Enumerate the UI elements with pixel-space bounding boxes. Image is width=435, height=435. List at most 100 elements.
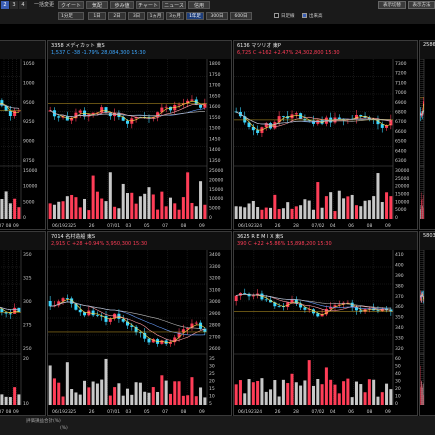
chart-panel-5[interactable]: 350325300275250201006070809 <box>0 231 46 416</box>
candlestick-chart[interactable]: 410 400 390 380 370 360 350 340 330 320 60 5040 3020… <box>234 250 417 415</box>
date-tick-label: 07 <box>162 409 168 415</box>
stock-quote: 1,537 C -38 -1.79% 28,084,300 15:30 <box>51 50 146 56</box>
period-button-4[interactable]: 3ヵ月 <box>166 12 184 20</box>
volume-bar <box>113 387 117 405</box>
period-button-2[interactable]: 3日 <box>128 12 145 20</box>
volume-checkbox[interactable] <box>302 13 307 18</box>
price-tick-label: 2600 <box>209 346 221 352</box>
news-button[interactable]: ニュース <box>162 1 186 9</box>
volume-tick-label: 25000 <box>209 168 223 174</box>
volume-tick-label: 25 <box>209 371 215 377</box>
volume-bar <box>138 382 142 405</box>
board-button[interactable]: 気配 <box>86 1 108 9</box>
volume-bar <box>52 204 56 219</box>
candle-body <box>8 110 12 117</box>
volume-bar <box>151 387 155 405</box>
volume-bar <box>190 202 194 219</box>
chart-panel-6[interactable]: 7014 名村造船 東S 2,915 C +28 +0.94% 3,950,300… <box>47 231 232 416</box>
display-switch-button[interactable]: 表示切替 <box>378 1 406 9</box>
volume-bar <box>61 201 65 219</box>
candlestick-chart[interactable]: 3400 3300 3200 3100 3000 2900 2800 2700 2600 35 30… <box>48 250 231 415</box>
volume-bar <box>177 381 181 405</box>
volume-tick-label: 10000 <box>395 199 409 205</box>
volume-bar <box>147 187 151 219</box>
date-tick-label: 07/02 <box>312 223 325 229</box>
volume-bar <box>243 393 247 405</box>
volume-bar <box>87 387 91 405</box>
volume-bar <box>65 196 69 219</box>
volume-bar <box>264 391 268 405</box>
volume-bar <box>247 379 251 405</box>
volume-label: 出来高 <box>309 14 323 19</box>
price-tick-label: 6900 <box>395 100 407 106</box>
period-dropdown[interactable]: 1分足 <box>58 12 84 20</box>
candlestick-chart[interactable]: 7300 7200 7100 7000 6900 6800 6700 6600 6500 6400… <box>234 59 417 229</box>
volume-tick-label: 0 <box>395 215 398 221</box>
volume-bar <box>70 389 74 405</box>
volume-tick-label: 10 <box>209 394 215 400</box>
daily-line-checkbox[interactable] <box>274 13 279 18</box>
volume-tick-label: 15 <box>209 386 215 392</box>
chart-panel-3[interactable]: 6136 マツリオ 東P 6,725 C +162 +2.47% 24,302,8… <box>233 40 418 230</box>
volume-bar <box>151 194 155 219</box>
price-tick-label: 1500 <box>209 126 221 132</box>
candlestick-chart[interactable]: 1050100095009250900087501500010000500000… <box>0 59 45 229</box>
volume-bar <box>342 381 346 405</box>
candle-body <box>281 116 285 117</box>
period-button-6[interactable]: 300日 <box>206 12 228 20</box>
candle-body <box>243 293 247 294</box>
period-button-5[interactable]: 1年足 <box>186 12 204 20</box>
margin-button[interactable]: 信用 <box>188 1 210 9</box>
candle-body <box>251 295 255 297</box>
period-button-0[interactable]: 1日 <box>88 12 106 20</box>
volume-tick-label: 10000 <box>209 196 223 202</box>
volume-bar <box>299 205 303 219</box>
chart-panel-8[interactable]: 5803 <box>419 231 435 416</box>
date-tick-label: 07 <box>0 409 4 415</box>
tick-button[interactable]: 歩み値 <box>110 1 134 9</box>
volume-bar <box>168 393 172 405</box>
volume-tick-label: 10 <box>23 401 29 407</box>
volume-bar <box>181 197 185 219</box>
volume-bar <box>74 392 78 405</box>
period-button-1[interactable]: 2日 <box>108 12 126 20</box>
volume-bar <box>281 208 285 219</box>
quote-button[interactable]: クイート <box>58 1 84 9</box>
volume-bar <box>251 200 255 219</box>
candlestick-chart[interactable] <box>420 59 435 229</box>
chart-panel-7[interactable]: 3625 R E M I X 東S 390 C +22 +5.86% 15,898… <box>233 231 418 416</box>
candlestick-chart[interactable] <box>420 250 435 415</box>
period-button-3[interactable]: 1ヵ月 <box>147 12 164 20</box>
layout-tab-4[interactable]: 4 <box>19 1 27 9</box>
period-button-7[interactable]: 600日 <box>230 12 252 20</box>
chart-panel-1[interactable]: 1050100095009250900087501500010000500000… <box>0 40 46 230</box>
volume-tick-label: 30000 <box>395 168 409 174</box>
candlestick-chart[interactable]: 1800 1750 1700 1650 1600 1550 1500 1450 1400 1350… <box>48 59 231 229</box>
date-tick-label: 09 <box>13 223 19 229</box>
date-tick-label: 04 <box>330 223 336 229</box>
volume-bar <box>260 378 264 405</box>
volume-bar <box>199 387 203 405</box>
chart-panel-2[interactable]: 3358 メディカット 東S 1,537 C -38 -1.79% 28,084,… <box>47 40 232 230</box>
volume-bar <box>238 380 242 405</box>
top-toolbar: 2 3 4 一括変更 クイート 気配 歩み値 チャート ニュース 信用 表示切替… <box>0 0 435 24</box>
chart-panel-4[interactable]: 2586 <box>419 40 435 230</box>
price-tick-label: 3000 <box>209 299 221 305</box>
volume-bar <box>281 379 285 405</box>
volume-tick-label: 60 <box>395 356 401 362</box>
price-tick-label: 380 <box>395 283 404 289</box>
volume-bar <box>363 200 367 219</box>
layout-tab-2[interactable]: 2 <box>1 1 9 9</box>
date-tick-label: 06 <box>348 409 354 415</box>
display-method-button[interactable]: 表示方法 <box>408 1 435 9</box>
volume-tick-label: 15000 <box>23 168 37 174</box>
candlestick-chart[interactable]: 350325300275250201006070809 <box>0 250 45 415</box>
layout-tab-3[interactable]: 3 <box>10 1 18 9</box>
price-tick-label: 320 <box>395 346 404 352</box>
candle-body <box>78 110 82 113</box>
volume-tick-label: 50 <box>395 364 401 370</box>
volume-bar <box>52 378 56 405</box>
volume-bar <box>389 389 393 405</box>
candle-body <box>199 104 203 108</box>
chart-button[interactable]: チャート <box>136 1 160 9</box>
